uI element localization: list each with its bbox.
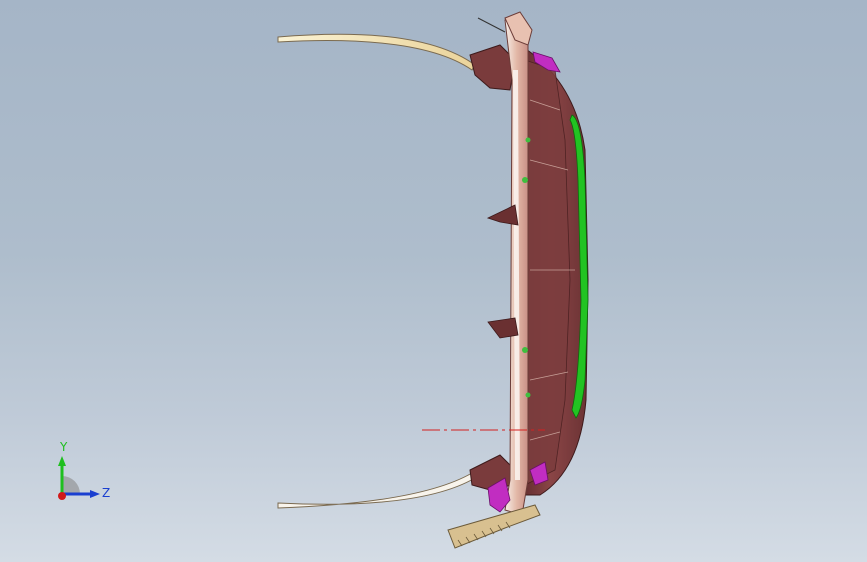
upper-curved-wire (277, 33, 476, 71)
z-axis-label: Z (102, 486, 111, 500)
fastener (525, 137, 531, 143)
fastener (522, 177, 528, 183)
top-antenna (477, 17, 506, 33)
fastener (525, 392, 531, 398)
axis-triad: Y Z (40, 436, 130, 516)
graphics-viewport[interactable]: Y Z (0, 0, 867, 562)
lower-curved-wire (277, 472, 476, 509)
lower-corner-bracket (469, 454, 516, 491)
mid-clip-upper (486, 204, 519, 226)
y-axis-label: Y (60, 440, 68, 454)
mid-clip-lower (487, 317, 519, 339)
fastener (522, 347, 528, 353)
triad-graphic (58, 456, 100, 500)
bottom-serrated-bracket (447, 504, 541, 549)
cad-model-view[interactable] (0, 0, 867, 562)
